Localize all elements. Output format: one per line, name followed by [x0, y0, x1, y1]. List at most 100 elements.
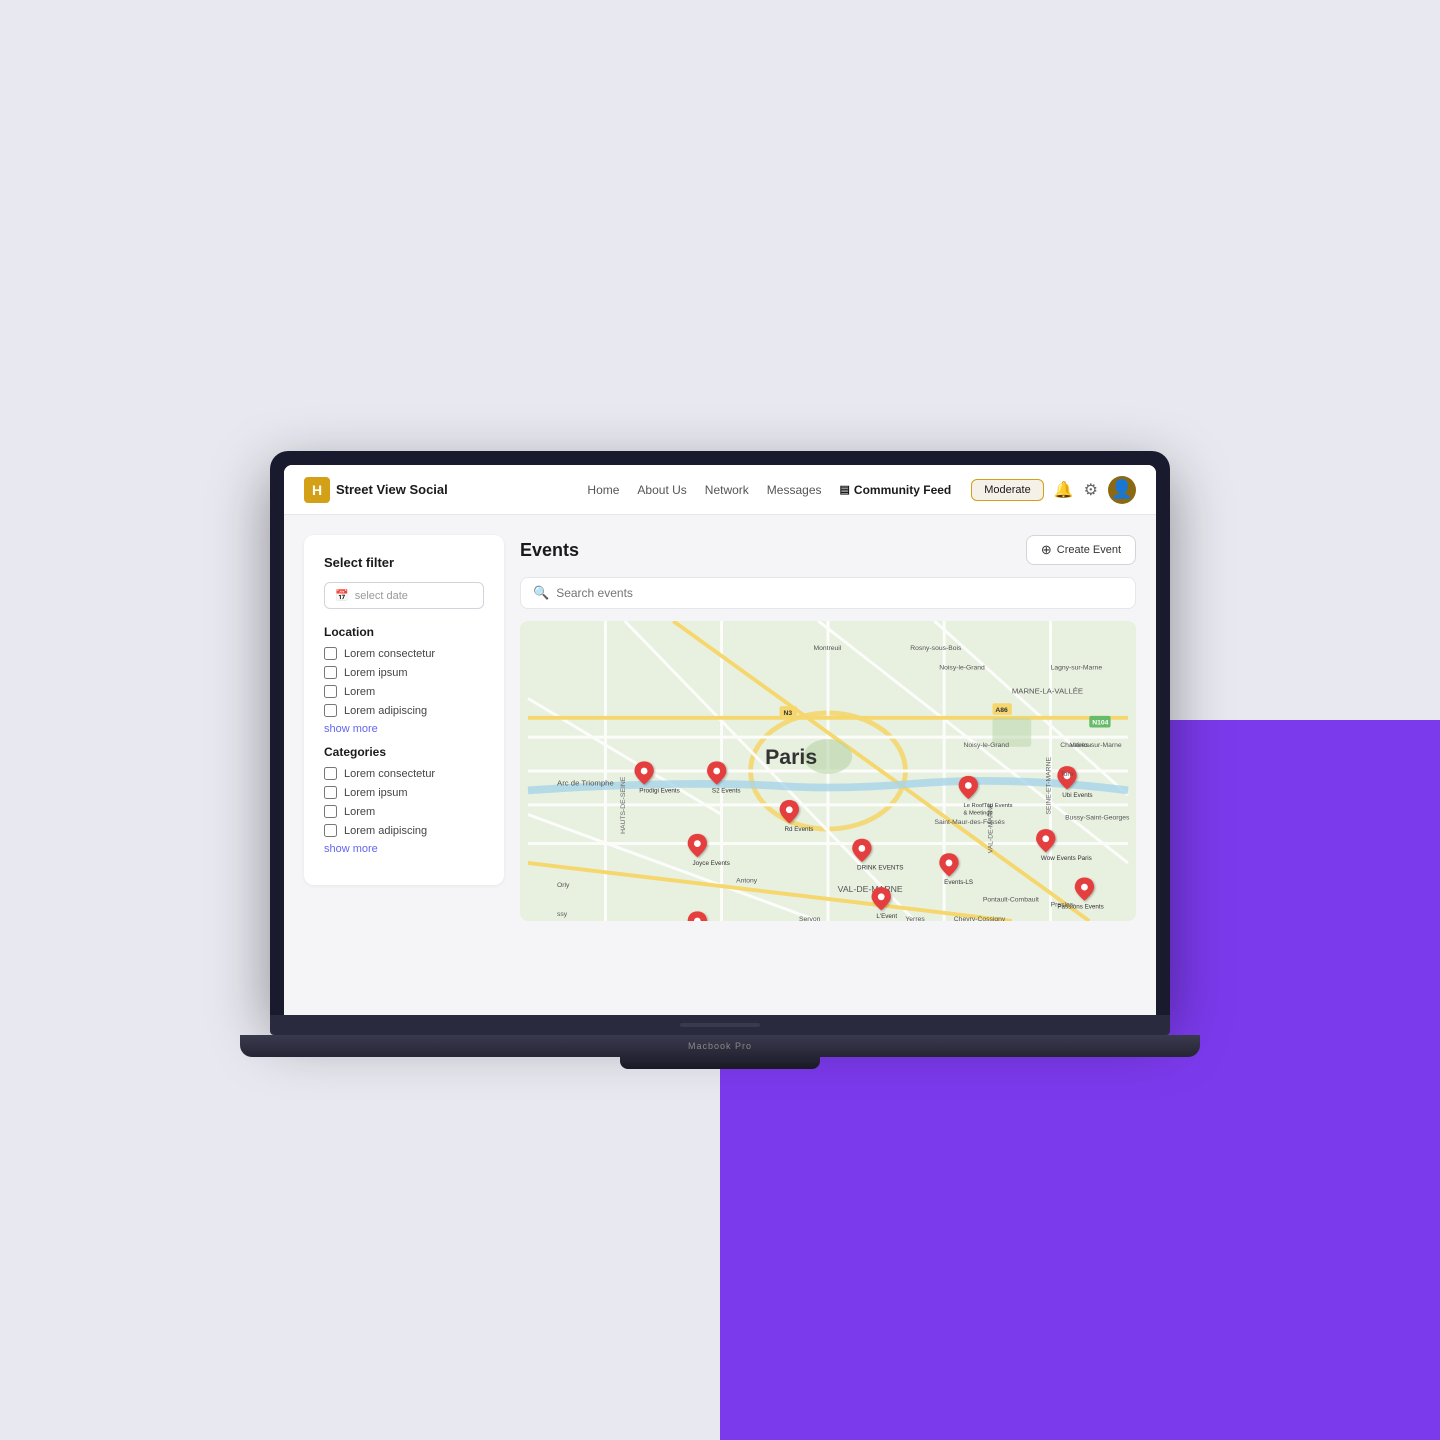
location-item-4: Lorem adipiscing	[324, 704, 484, 717]
svg-text:S2 Events: S2 Events	[712, 787, 741, 794]
category-item-4: Lorem adipiscing	[324, 824, 484, 837]
category-label-1: Lorem consectetur	[344, 768, 435, 780]
moderate-button[interactable]: Moderate	[971, 479, 1043, 501]
category-checkbox-2[interactable]	[324, 786, 337, 799]
brand-logo: H	[304, 477, 330, 503]
svg-text:SEINE-ET-MARNE: SEINE-ET-MARNE	[1046, 757, 1053, 815]
bell-icon: 🔔	[1054, 480, 1074, 500]
screen-content: H Street View Social Home About Us Netwo…	[284, 465, 1156, 1015]
main-content: Select filter 📅 select date Location Lor…	[284, 515, 1156, 1015]
location-item-1: Lorem consectetur	[324, 647, 484, 660]
svg-text:Lagny-sur-Marne: Lagny-sur-Marne	[1051, 664, 1103, 671]
bell-button[interactable]: 🔔	[1054, 480, 1074, 500]
events-header: Events ⊕ Create Event	[520, 535, 1136, 565]
location-label-4: Lorem adipiscing	[344, 705, 427, 717]
svg-text:Yerres: Yerres	[905, 916, 925, 921]
create-event-label: Create Event	[1057, 544, 1121, 556]
search-icon: 🔍	[533, 585, 549, 601]
brand-name: Street View Social	[336, 482, 448, 497]
category-label-4: Lorem adipiscing	[344, 825, 427, 837]
events-panel: Events ⊕ Create Event 🔍	[520, 535, 1136, 995]
date-placeholder: select date	[355, 590, 408, 602]
category-checkbox-1[interactable]	[324, 767, 337, 780]
svg-text:Presles-: Presles-	[1051, 901, 1076, 908]
location-checkbox-4[interactable]	[324, 704, 337, 717]
svg-text:Events-LS: Events-LS	[944, 879, 973, 886]
gear-icon: ⚙	[1084, 480, 1098, 500]
svg-text:MARNE-LA-VALLÉE: MARNE-LA-VALLÉE	[1012, 687, 1083, 696]
svg-text:Le RoofTop Events: Le RoofTop Events	[963, 803, 1012, 809]
navbar: H Street View Social Home About Us Netwo…	[284, 465, 1156, 515]
laptop-wrapper: H Street View Social Home About Us Netwo…	[240, 451, 1200, 1069]
settings-button[interactable]: ⚙	[1084, 480, 1098, 500]
laptop-stand	[620, 1057, 820, 1069]
svg-text:Noisy-le-Grand: Noisy-le-Grand	[939, 664, 985, 671]
svg-text:Saint-Maur-des-Fossés: Saint-Maur-des-Fossés	[934, 819, 1005, 826]
svg-text:L'Event: L'Event	[876, 913, 897, 920]
laptop-screen: H Street View Social Home About Us Netwo…	[270, 451, 1170, 1015]
nav-brand: H Street View Social	[304, 477, 448, 503]
search-bar: 🔍	[520, 577, 1136, 609]
laptop-bottom: Macbook Pro	[240, 1035, 1200, 1057]
events-title: Events	[520, 540, 579, 561]
user-avatar[interactable]: 👤	[1108, 476, 1136, 504]
location-title: Location	[324, 625, 484, 639]
svg-text:Antony: Antony	[736, 877, 758, 884]
laptop-hinge	[680, 1023, 760, 1027]
svg-text:DRINK EVENTS: DRINK EVENTS	[857, 865, 903, 872]
category-label-3: Lorem	[344, 806, 375, 818]
search-input[interactable]	[556, 586, 1123, 600]
svg-text:Rd Events: Rd Events	[784, 826, 813, 833]
svg-text:& Meetings: & Meetings	[963, 811, 992, 817]
nav-about[interactable]: About Us	[637, 483, 686, 497]
svg-text:ssy: ssy	[557, 911, 568, 918]
plus-circle-icon: ⊕	[1041, 542, 1052, 558]
category-label-2: Lorem ipsum	[344, 787, 408, 799]
location-item-2: Lorem ipsum	[324, 666, 484, 679]
svg-text:Ubi Events: Ubi Events	[1062, 792, 1092, 799]
category-checkbox-3[interactable]	[324, 805, 337, 818]
svg-text:Toro: Toro	[1060, 771, 1073, 778]
laptop-base	[270, 1015, 1170, 1035]
location-checkbox-3[interactable]	[324, 685, 337, 698]
svg-text:Wow Events Paris: Wow Events Paris	[1041, 855, 1092, 862]
location-show-more[interactable]: show more	[324, 723, 484, 735]
svg-text:Orly: Orly	[557, 882, 570, 889]
date-select[interactable]: 📅 select date	[324, 582, 484, 609]
svg-text:HAUTS-DE-SEINE: HAUTS-DE-SEINE	[620, 776, 627, 834]
svg-text:Noisy-le-Grand: Noisy-le-Grand	[963, 742, 1009, 749]
svg-text:Chantelou: Chantelou	[1060, 742, 1091, 749]
avatar-image: 👤	[1111, 479, 1133, 500]
svg-text:Montreuil: Montreuil	[813, 645, 841, 652]
svg-text:Prodigi Events: Prodigi Events	[639, 787, 680, 794]
map-svg: Paris HAUTS-DE-SEINE VAL-DE-MARNE SEINE-…	[520, 621, 1136, 921]
map-container[interactable]: Paris HAUTS-DE-SEINE VAL-DE-MARNE SEINE-…	[520, 621, 1136, 921]
category-item-2: Lorem ipsum	[324, 786, 484, 799]
svg-text:Bussy-Saint-Georges: Bussy-Saint-Georges	[1065, 814, 1130, 821]
map-city-label: Paris	[765, 745, 817, 769]
nav-links: Home About Us Network Messages Community…	[587, 483, 951, 497]
nav-messages[interactable]: Messages	[767, 483, 822, 497]
calendar-icon: 📅	[335, 589, 349, 602]
categories-show-more[interactable]: show more	[324, 843, 484, 855]
nav-network[interactable]: Network	[705, 483, 749, 497]
location-label-1: Lorem consectetur	[344, 648, 435, 660]
svg-text:Arc de Triomphe: Arc de Triomphe	[557, 779, 614, 788]
svg-text:Pontault-Combault: Pontault-Combault	[983, 897, 1039, 904]
svg-text:Servon: Servon	[799, 916, 821, 921]
category-checkbox-4[interactable]	[324, 824, 337, 837]
create-event-button[interactable]: ⊕ Create Event	[1026, 535, 1136, 565]
laptop-label: Macbook Pro	[688, 1041, 752, 1051]
nav-community-feed[interactable]: Community Feed	[840, 483, 952, 497]
nav-home[interactable]: Home	[587, 483, 619, 497]
location-item-3: Lorem	[324, 685, 484, 698]
filter-title: Select filter	[324, 555, 484, 570]
location-checkbox-2[interactable]	[324, 666, 337, 679]
svg-text:Joyce Events: Joyce Events	[693, 860, 730, 867]
categories-title: Categories	[324, 745, 484, 759]
svg-text:N3: N3	[783, 710, 792, 717]
svg-text:VAL-DE-MARNE: VAL-DE-MARNE	[838, 884, 903, 894]
location-label-3: Lorem	[344, 686, 375, 698]
category-item-1: Lorem consectetur	[324, 767, 484, 780]
location-checkbox-1[interactable]	[324, 647, 337, 660]
